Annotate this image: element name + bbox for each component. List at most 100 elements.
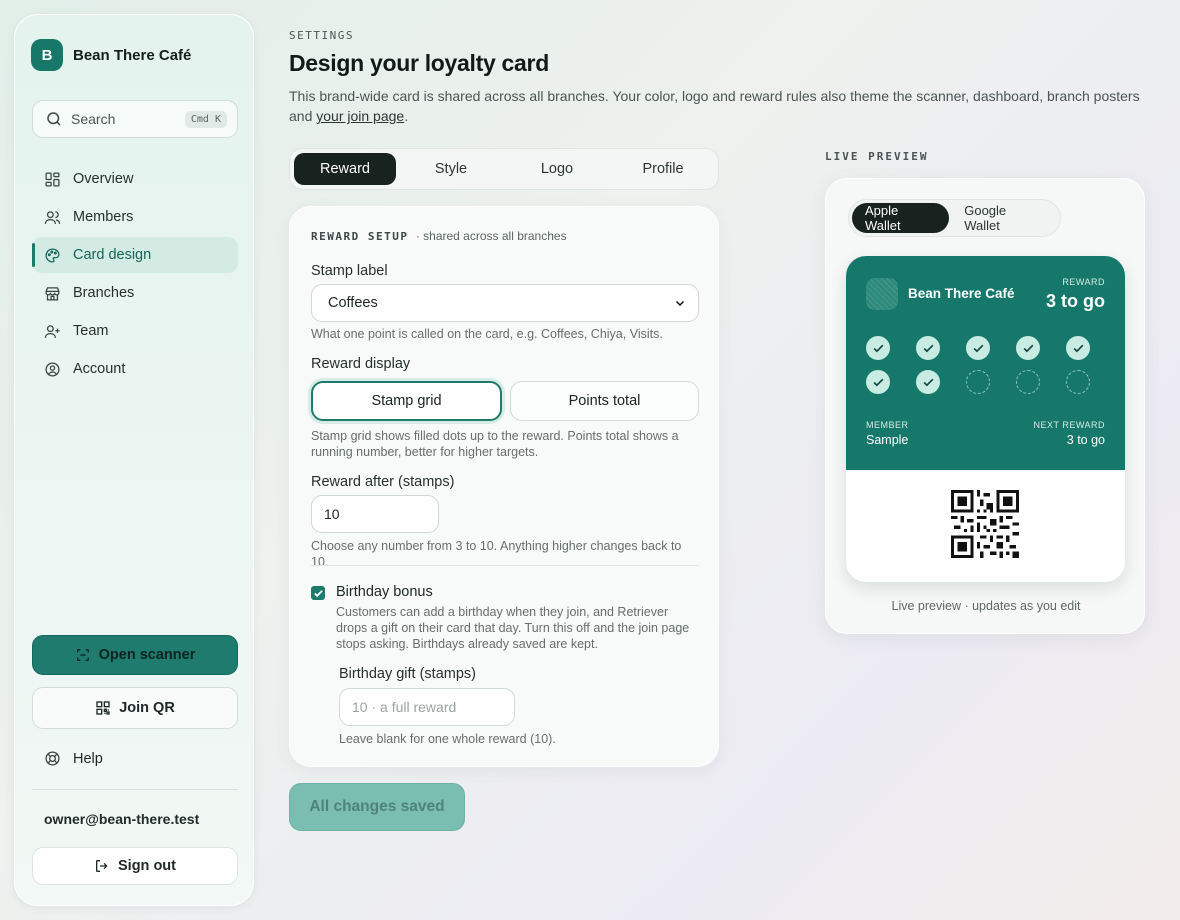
chevron-down-icon bbox=[675, 300, 685, 307]
brand[interactable]: B Bean There Café bbox=[31, 39, 191, 71]
sidebar-item-overview[interactable]: Overview bbox=[32, 161, 238, 197]
sidebar-item-members[interactable]: Members bbox=[32, 199, 238, 235]
card-member-label: MEMBER bbox=[866, 420, 909, 430]
card-reward-label: REWARD bbox=[1062, 277, 1105, 287]
card-logo bbox=[866, 278, 898, 310]
sidebar-item-label: Members bbox=[73, 209, 134, 225]
reward-setup-card: REWARD SETUP · shared across all branche… bbox=[289, 206, 719, 767]
section-divider bbox=[311, 565, 699, 566]
stamp-filled bbox=[916, 370, 940, 394]
sidebar-nav: Overview Members Card design Branches Te… bbox=[32, 161, 238, 389]
grid-icon bbox=[45, 171, 60, 187]
sidebar-item-branches[interactable]: Branches bbox=[32, 275, 238, 311]
page-title: Design your loyalty card bbox=[289, 50, 549, 76]
qr-code bbox=[951, 490, 1019, 558]
open-scanner-label: Open scanner bbox=[98, 647, 196, 663]
stamp-filled bbox=[1016, 336, 1040, 360]
sidebar-item-label: Account bbox=[73, 361, 126, 377]
section-note: · shared across all branches bbox=[415, 229, 567, 243]
reward-display-toggle: Stamp grid Points total bbox=[311, 381, 699, 421]
sidebar-item-card-design[interactable]: Card design bbox=[32, 237, 238, 273]
help-label: Help bbox=[73, 750, 103, 767]
google-wallet-option[interactable]: Google Wallet bbox=[951, 203, 1057, 233]
reward-display-hint: Stamp grid shows filled dots up to the r… bbox=[311, 429, 679, 459]
stamp-label-label: Stamp label bbox=[311, 263, 388, 279]
join-qr-label: Join QR bbox=[119, 700, 175, 716]
card-brand-name: Bean There Café bbox=[908, 286, 1015, 301]
points-total-option[interactable]: Points total bbox=[510, 381, 699, 421]
search-icon bbox=[47, 112, 61, 126]
check-icon bbox=[923, 378, 933, 386]
sidebar-item-label: Branches bbox=[73, 285, 135, 301]
stamp-filled bbox=[1066, 336, 1090, 360]
sidebar: B Bean There Café Cmd K Overview Members… bbox=[14, 14, 254, 906]
stamp-label-value: Coffees bbox=[328, 295, 378, 311]
settings-tabs: Reward Style Logo Profile bbox=[289, 148, 719, 190]
birthday-bonus-checkbox[interactable] bbox=[311, 586, 325, 600]
search-input[interactable] bbox=[71, 111, 185, 127]
brand-logo: B bbox=[31, 39, 63, 71]
stamp-grid-option[interactable]: Stamp grid bbox=[311, 381, 502, 421]
search-box[interactable]: Cmd K bbox=[32, 100, 238, 138]
page-description: This brand-wide card is shared across al… bbox=[289, 86, 1159, 126]
reward-display-label: Reward display bbox=[311, 356, 411, 372]
description-end: . bbox=[404, 108, 409, 124]
help-link[interactable]: Help bbox=[44, 750, 103, 767]
owner-email: owner@bean-there.test bbox=[44, 811, 200, 827]
tab-reward[interactable]: Reward bbox=[294, 153, 396, 185]
sign-out-label: Sign out bbox=[118, 858, 176, 874]
stamp-filled bbox=[916, 336, 940, 360]
sidebar-item-label: Overview bbox=[73, 171, 134, 187]
card-reward-value: 3 to go bbox=[1046, 291, 1105, 311]
stamp-filled bbox=[866, 370, 890, 394]
sidebar-divider bbox=[32, 789, 238, 790]
stamp-filled bbox=[866, 336, 890, 360]
birthday-bonus-label[interactable]: Birthday bonus bbox=[336, 584, 433, 600]
card-next-reward-value: 3 to go bbox=[1066, 433, 1105, 447]
stamp-empty bbox=[1016, 370, 1040, 394]
palette-icon bbox=[45, 247, 60, 263]
birthday-gift-hint: Leave blank for one whole reward (10). bbox=[339, 732, 556, 746]
description-text: This brand-wide card is shared across al… bbox=[289, 88, 1140, 124]
reward-after-input[interactable] bbox=[311, 495, 439, 533]
section-header: REWARD SETUP · shared across all branche… bbox=[311, 229, 567, 243]
apple-wallet-option[interactable]: Apple Wallet bbox=[852, 203, 950, 233]
open-scanner-button[interactable]: Open scanner bbox=[32, 635, 238, 675]
sidebar-item-team[interactable]: Team bbox=[32, 313, 238, 349]
sidebar-item-account[interactable]: Account bbox=[32, 351, 238, 387]
sidebar-item-label: Card design bbox=[73, 247, 152, 263]
live-preview-panel: Apple Wallet Google Wallet Bean There Ca… bbox=[825, 178, 1145, 634]
check-icon bbox=[973, 344, 983, 352]
card-next-reward-label: NEXT REWARD bbox=[1033, 420, 1105, 430]
page-eyebrow: SETTINGS bbox=[289, 29, 354, 42]
preview-caption: Live preview · updates as you edit bbox=[891, 599, 1081, 613]
scan-icon bbox=[76, 649, 89, 661]
tab-style[interactable]: Style bbox=[400, 153, 502, 185]
search-shortcut: Cmd K bbox=[184, 110, 227, 128]
birthday-gift-input[interactable] bbox=[339, 688, 515, 726]
loyalty-card-preview: Bean There Café REWARD 3 to go MEMBER Sa… bbox=[846, 256, 1125, 582]
save-button[interactable]: All changes saved bbox=[289, 783, 465, 831]
join-qr-button[interactable]: Join QR bbox=[32, 687, 238, 729]
stamp-empty bbox=[1066, 370, 1090, 394]
user-plus-icon bbox=[44, 324, 60, 338]
tab-profile[interactable]: Profile bbox=[612, 153, 714, 185]
user-circle-icon bbox=[45, 361, 60, 377]
birthday-bonus-description: Customers can add a birthday when they j… bbox=[336, 605, 690, 651]
join-page-link[interactable]: your join page bbox=[316, 108, 404, 124]
tab-logo[interactable]: Logo bbox=[506, 153, 608, 185]
check-icon bbox=[1073, 344, 1083, 352]
stamp-label-hint: What one point is called on the card, e.… bbox=[311, 327, 663, 341]
wallet-toggle: Apple Wallet Google Wallet bbox=[848, 199, 1061, 237]
store-icon bbox=[45, 286, 60, 301]
stamp-grid bbox=[866, 336, 1106, 394]
card-header-area: Bean There Café REWARD 3 to go MEMBER Sa… bbox=[846, 256, 1125, 470]
sign-out-button[interactable]: Sign out bbox=[32, 847, 238, 885]
check-icon bbox=[1023, 344, 1033, 352]
lifebuoy-icon bbox=[45, 751, 60, 766]
stamp-filled bbox=[966, 336, 990, 360]
stamp-label-select[interactable]: Coffees bbox=[311, 284, 699, 322]
stamp-empty bbox=[966, 370, 990, 394]
reward-after-label: Reward after (stamps) bbox=[311, 474, 455, 490]
brand-name: Bean There Café bbox=[73, 46, 192, 64]
